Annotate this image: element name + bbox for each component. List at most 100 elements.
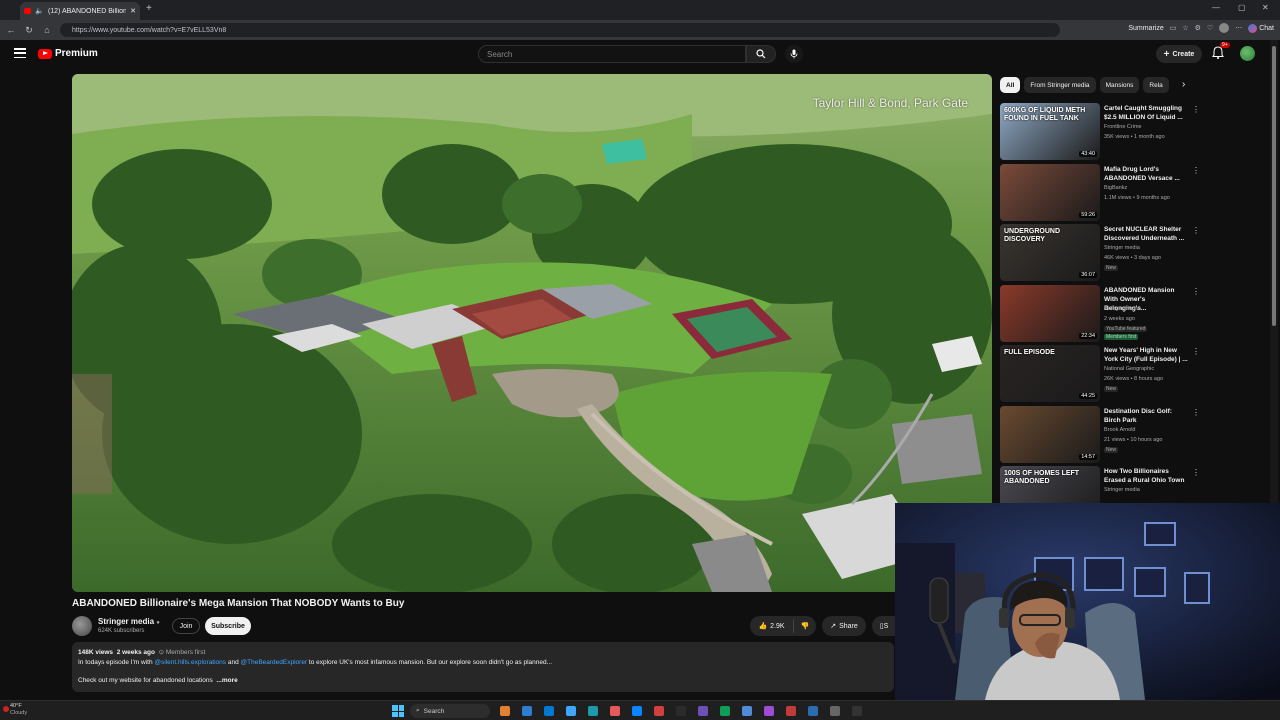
recommendation-item[interactable]: FULL EPISODE 44:25 New Years' High in New … [1000,344,1200,405]
channel-name[interactable]: Stringer media ● [98,617,160,626]
maximize-icon[interactable]: ▢ [1238,3,1246,12]
dislike-button[interactable]: 👎 [794,622,816,630]
notifications-icon[interactable] [1212,46,1226,60]
settings-icon[interactable] [632,706,642,716]
copilot-icon [1248,23,1258,33]
profile-icon[interactable] [1219,23,1230,33]
save-button[interactable]: ▯ S [872,616,896,636]
browser-tab[interactable]: 🔈 (12) ABANDONED Billionair ✕ [20,2,140,20]
show-more-button[interactable]: ...more [216,677,237,684]
terminal-icon[interactable] [676,706,686,716]
recommendation-channel[interactable]: Stringer media [1104,306,1140,312]
taskbar-search[interactable]: ⌕ Search [410,704,490,718]
reload-icon[interactable]: ↻ [22,23,36,37]
recommendation-channel[interactable]: National Geographic [1104,366,1154,372]
mail-icon[interactable] [566,706,576,716]
like-button[interactable]: 👍 2.9K [750,619,794,633]
share-button[interactable]: ↗ Share [822,616,866,636]
chevron-right-icon[interactable]: › [1182,79,1185,90]
recommendation-item[interactable]: 600KG OF LIQUID METH FOUND IN FUEL TANK 4… [1000,102,1200,163]
favorites-icon[interactable]: ♡ [1207,24,1213,32]
scrollbar-thumb[interactable] [1272,46,1276,326]
recommendation-thumbnail[interactable]: 14:57 [1000,405,1100,463]
recommendation-title[interactable]: How Two Billionaires Erased a Rural Ohio… [1104,467,1188,485]
voice-search-button[interactable] [785,45,803,63]
avatar[interactable] [1240,46,1255,61]
recommendation-thumbnail[interactable]: UNDERGROUND DISCOVERY 36:07 [1000,224,1100,281]
browser-menu-icon[interactable]: ⋯ [1235,24,1242,32]
recommendation-title[interactable]: Secret NUCLEAR Shelter Discovered Undern… [1104,225,1188,243]
chat-button[interactable]: Chat [1248,23,1274,33]
search-button[interactable] [746,45,776,63]
join-button[interactable]: Join [172,618,200,634]
new-tab-icon[interactable]: + [146,3,152,14]
more-options-icon[interactable]: ⋮ [1192,468,1200,477]
youtube-logo[interactable]: Premium [38,48,98,59]
more-options-icon[interactable]: ⋮ [1192,166,1200,175]
chip-from-channel[interactable]: From Stringer media [1024,77,1096,93]
recommendation-title[interactable]: Destination Disc Golf: Birch Park [1104,407,1188,425]
recommendation-channel[interactable]: Brook Arnold [1104,427,1136,433]
store-icon[interactable] [522,706,532,716]
recommendation-title[interactable]: Mafia Drug Lord's ABANDONED Versace ... [1104,165,1188,183]
app-icon[interactable] [852,706,862,716]
hamburger-menu-icon[interactable] [14,48,26,58]
app-icon[interactable] [830,706,840,716]
recommendation-channel[interactable]: Frontline Crime [1104,124,1142,130]
search-input[interactable]: Search [478,45,746,63]
recommendation-meta: 2 weeks ago [1104,315,1135,322]
chip-related[interactable]: Rela [1143,77,1169,93]
recommendation-title[interactable]: Cartel Caught Smuggling $2.5 MILLION Of … [1104,104,1188,122]
edge-icon[interactable] [544,706,554,716]
recommendation-title[interactable]: New Years' High in New York City (Full E… [1104,346,1188,364]
create-button[interactable]: + Create [1156,45,1202,63]
more-options-icon[interactable]: ⋮ [1192,347,1200,356]
url-field[interactable]: https://www.youtube.com/watch?v=E7vELL53… [60,23,1060,37]
start-icon[interactable] [392,705,404,717]
video-description[interactable]: 148K views 2 weeks ago ⊙ Members first I… [72,642,894,692]
extensions-icon[interactable]: ⚙ [1195,24,1201,32]
window-close-icon[interactable]: ✕ [1262,3,1269,12]
recommendation-thumbnail[interactable]: 59:26 [1000,163,1100,221]
summarize-button[interactable]: Summarize [1128,25,1163,32]
teams-icon[interactable] [588,706,598,716]
tab-close-icon[interactable]: ✕ [130,7,136,15]
more-options-icon[interactable]: ⋮ [1192,408,1200,417]
more-options-icon[interactable]: ⋮ [1192,226,1200,235]
channel-avatar[interactable] [72,616,92,636]
chip-all[interactable]: All [1000,77,1021,93]
more-options-icon[interactable]: ⋮ [1192,105,1200,114]
home-icon[interactable]: ⌂ [40,23,54,37]
recommendation-item[interactable]: UNDERGROUND DISCOVERY 36:07 Secret NUCLEAR… [1000,223,1200,284]
chrome-icon[interactable] [742,706,752,716]
spotify-icon[interactable] [720,706,730,716]
youtube-app-icon[interactable] [654,706,664,716]
explorer-icon[interactable] [500,706,510,716]
mention-link-1[interactable]: @silent.hills.explorations [154,659,226,666]
more-options-icon[interactable]: ⋮ [1192,287,1200,296]
steam-icon[interactable] [808,706,818,716]
photos-icon[interactable] [610,706,620,716]
chip-mansions[interactable]: Mansions [1099,77,1140,93]
reading-icon[interactable]: ▭ [1170,24,1177,32]
audio-icon[interactable]: 🔈 [35,7,44,15]
back-icon[interactable]: ← [4,23,18,37]
recommendation-thumbnail[interactable]: FULL EPISODE 44:25 [1000,345,1100,402]
video-player[interactable]: Taylor Hill & Bond, Park Gate [72,74,992,592]
recommendation-thumbnail[interactable]: 600KG OF LIQUID METH FOUND IN FUEL TANK 4… [1000,103,1100,160]
subscribe-button[interactable]: Subscribe [205,617,251,635]
minimize-icon[interactable]: — [1212,3,1220,12]
mention-link-2[interactable]: @TheBeardedExplorer [241,659,308,666]
recommendation-thumbnail[interactable]: 22:34 [1000,284,1100,342]
star-icon[interactable]: ☆ [1182,24,1188,32]
obs-icon[interactable] [698,706,708,716]
recommendation-channel[interactable]: BigBankz [1104,185,1127,191]
recommendation-item[interactable]: 59:26 Mafia Drug Lord's ABANDONED Versace… [1000,163,1200,224]
weather-widget[interactable]: 40°F Cloudy [10,703,27,717]
recommendation-channel[interactable]: Stringer media [1104,245,1140,251]
record-icon[interactable] [786,706,796,716]
recommendation-channel[interactable]: Stringer media [1104,487,1140,493]
discord-icon[interactable] [764,706,774,716]
recommendation-item[interactable]: 22:34 ABANDONED Mansion With Owner's Belo… [1000,284,1200,345]
recommendation-item[interactable]: 14:57 Destination Disc Golf: Birch Park Br… [1000,405,1200,466]
